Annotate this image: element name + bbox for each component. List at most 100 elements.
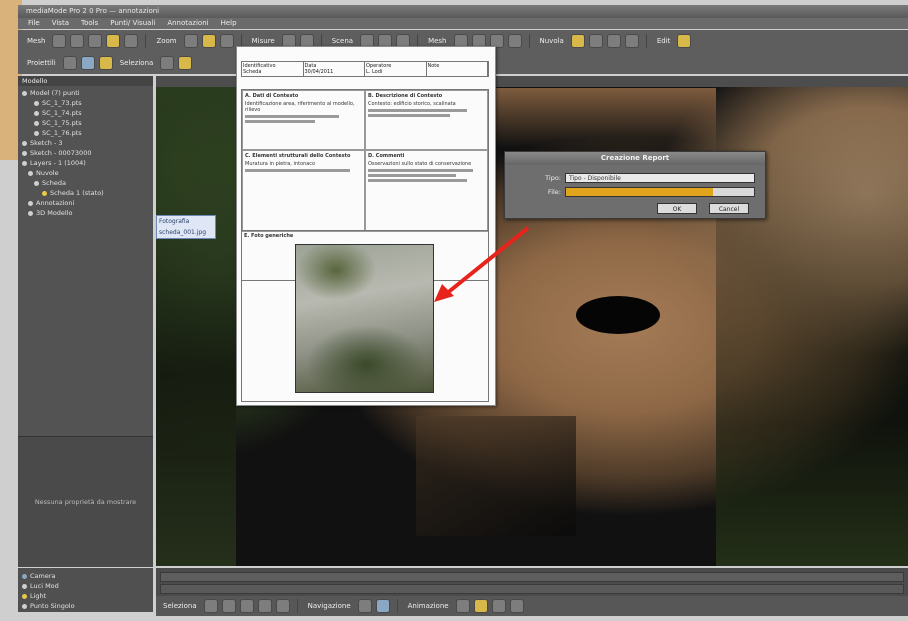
properties-empty-text: Nessuna proprietà da mostrare	[34, 498, 137, 506]
dialog-type-row: Tipo: Tipo - Disponibile	[511, 172, 755, 184]
tree-item-label: Scheda	[42, 179, 66, 187]
railing-area	[416, 416, 576, 536]
menu-view[interactable]: Vista	[52, 18, 69, 29]
walk-icon[interactable]	[375, 599, 390, 613]
tree-item-label: SC_1_76.pts	[42, 129, 82, 137]
prev-frame-icon[interactable]	[221, 599, 236, 613]
lights-item-label: Punto Singolo	[30, 602, 75, 610]
report-header-cell: Identificativo Scheda	[242, 62, 304, 76]
timeline-keyframes[interactable]	[160, 584, 904, 594]
tree-item-model[interactable]: Model (7) punti	[22, 88, 153, 98]
lights-item[interactable]: Light	[22, 591, 153, 601]
node-icon	[22, 150, 27, 156]
lights-item[interactable]: Punto Singolo	[22, 601, 153, 611]
tree-item-layers[interactable]: Layers - 1 (1004)	[22, 158, 153, 168]
scene-tree: Model (7) punti SC_1_73.pts SC_1_74.pts …	[18, 86, 153, 218]
camera-icon	[22, 573, 27, 579]
tree-item-file[interactable]: SC_1_74.pts	[22, 108, 153, 118]
play-icon[interactable]	[239, 599, 254, 613]
tree-item-file[interactable]: SC_1_75.pts	[22, 118, 153, 128]
vegetation-area	[156, 87, 236, 566]
light-icon[interactable]	[106, 34, 121, 48]
lights-item[interactable]: Luci Mod	[22, 581, 153, 591]
node-icon	[22, 160, 27, 166]
text-line	[368, 179, 468, 182]
photo-icon[interactable]	[491, 599, 506, 613]
tree-item-label: Sketch - 3	[30, 139, 63, 147]
orbit-icon[interactable]	[357, 599, 372, 613]
arrow-down-icon[interactable]	[624, 34, 639, 48]
tree-item-scheda-1[interactable]: Scheda 1 (stato)	[22, 188, 153, 198]
scene-tree-panel: Modello Model (7) punti SC_1_73.pts SC_1…	[18, 76, 153, 567]
toolbar-label-mesh: Mesh	[27, 37, 46, 45]
tree-item-file[interactable]: SC_1_73.pts	[22, 98, 153, 108]
import-icon[interactable]	[88, 34, 103, 48]
tree-item-label: Annotazioni	[36, 199, 75, 207]
window-titlebar: mediaMode Pro 2 0 Pro — annotazioni	[18, 5, 908, 18]
menu-tools[interactable]: Tools	[81, 18, 98, 29]
menu-file[interactable]: File	[28, 18, 40, 29]
node-icon	[28, 170, 33, 176]
next-frame-icon[interactable]	[257, 599, 272, 613]
report-progress-dialog: Creazione Report Tipo: Tipo - Disponibil…	[504, 151, 766, 219]
dialog-cancel-button[interactable]: Cancel	[709, 203, 749, 214]
tree-item-file[interactable]: SC_1_76.pts	[22, 128, 153, 138]
section-title: D. Commenti	[368, 153, 405, 159]
report-section: A. Dati di Contesto Identificazione area…	[242, 90, 365, 150]
select-area-icon[interactable]	[160, 56, 175, 70]
folder-icon[interactable]	[473, 599, 488, 613]
tree-item-label: SC_1_75.pts	[42, 119, 82, 127]
node-icon	[28, 200, 33, 206]
tree-item-sketch[interactable]: Sketch - 00073000	[22, 148, 153, 158]
section-title: A. Dati di Contesto	[245, 93, 299, 99]
sun-icon[interactable]	[98, 56, 113, 70]
pan-icon[interactable]	[219, 34, 234, 48]
highlight-icon[interactable]	[201, 34, 216, 48]
last-frame-icon[interactable]	[275, 599, 290, 613]
dialog-ok-button[interactable]: OK	[657, 203, 697, 214]
dialog-file-row: File:	[511, 186, 755, 198]
grid-icon[interactable]	[455, 599, 470, 613]
lasso-icon[interactable]	[178, 56, 193, 70]
menu-annotations[interactable]: Annotazioni	[167, 18, 208, 29]
report-header-value: Scheda	[243, 69, 262, 75]
menu-points[interactable]: Punti/ Visuali	[110, 18, 155, 29]
timeline	[156, 568, 908, 596]
properties-panel: Nessuna proprietà da mostrare	[18, 436, 153, 567]
lights-item[interactable]: Camera	[22, 571, 153, 581]
cloud-icon[interactable]	[570, 34, 585, 48]
timeline-track[interactable]	[160, 572, 904, 582]
section-title: C. Elementi strutturali dello Contesto	[245, 153, 351, 159]
report-header-value: 30/04/2011	[304, 69, 334, 75]
tree-item-label: Scheda 1 (stato)	[50, 189, 104, 197]
dialog-type-select[interactable]: Tipo - Disponibile	[565, 173, 755, 183]
red-arrow-annotation	[434, 226, 530, 302]
tree-item-3d-model[interactable]: 3D Modello	[22, 208, 153, 218]
report-header-value: L. Lodi	[366, 69, 383, 75]
bottom-label-navigazione: Navigazione	[307, 602, 351, 610]
export-icon[interactable]	[509, 599, 524, 613]
toolbar-label-scena: Scena	[331, 37, 354, 45]
tree-item-sketch[interactable]: Sketch - 3	[22, 138, 153, 148]
dialog-title: Creazione Report	[505, 152, 765, 165]
tree-item-nuvole[interactable]: Nuvole	[22, 168, 153, 178]
tree-item-annotazioni[interactable]: Annotazioni	[22, 198, 153, 208]
arrow-up-icon[interactable]	[606, 34, 621, 48]
open-icon[interactable]	[52, 34, 67, 48]
dialog-progress-bar	[565, 187, 755, 197]
brush-icon[interactable]	[507, 34, 522, 48]
file-icon	[34, 130, 39, 136]
select-icon[interactable]	[124, 34, 139, 48]
zoom-icon[interactable]	[183, 34, 198, 48]
target-icon[interactable]	[80, 56, 95, 70]
person-icon[interactable]	[588, 34, 603, 48]
edit-icon[interactable]	[677, 34, 692, 48]
menu-help[interactable]: Help	[221, 18, 237, 29]
file-icon	[34, 100, 39, 106]
menu-bar: File Vista Tools Punti/ Visuali Annotazi…	[18, 18, 908, 29]
section-body: Contesto: edificio storico, scalinata	[368, 101, 456, 107]
tree-item-scheda[interactable]: Scheda	[22, 178, 153, 188]
save-icon[interactable]	[70, 34, 85, 48]
projector-icon[interactable]	[62, 56, 77, 70]
first-frame-icon[interactable]	[203, 599, 218, 613]
